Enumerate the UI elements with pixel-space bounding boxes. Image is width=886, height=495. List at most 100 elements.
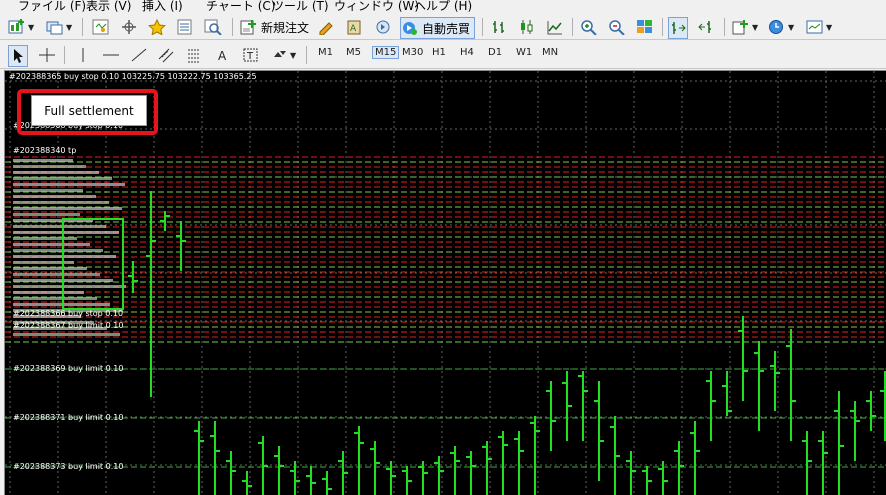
chart-shift-button[interactable] [668, 17, 688, 39]
timeframe-m1[interactable]: M1 [318, 47, 333, 58]
bar-chart-icon [493, 21, 504, 33]
full-settlement-button[interactable]: Full settlement [31, 95, 147, 126]
timeframe-d1[interactable]: D1 [488, 47, 502, 58]
standard-toolbar: ▼ ▼ 新規注文 A 自動売買 ▼ ▼ ▼ [0, 14, 886, 40]
menu-item[interactable]: 表示 (V) [86, 0, 131, 14]
overlapping-label-text [13, 201, 109, 204]
data-window-icon [177, 19, 192, 35]
magnifier-chart-icon [204, 19, 222, 35]
order-label: #202388369 buy limit 0.10 [13, 364, 124, 373]
menu-item[interactable]: ファイル (F) [18, 0, 86, 14]
new-chart-icon [8, 19, 24, 34]
overlapping-label-text [13, 303, 110, 306]
templates-button[interactable]: ▼ [806, 17, 832, 37]
overlapping-label-text [13, 285, 126, 288]
template-icon [806, 20, 823, 34]
svg-text:T: T [246, 51, 254, 62]
autoscroll-button[interactable] [698, 17, 716, 37]
chevron-down-icon: ▼ [752, 22, 759, 32]
overlapping-label-text [13, 159, 73, 162]
timeframe-h4[interactable]: H4 [460, 47, 474, 58]
timeframe-m30[interactable]: M30 [402, 47, 423, 58]
data-window-button[interactable] [176, 17, 194, 37]
overlapping-label-text [13, 273, 100, 276]
text-label-button[interactable]: T [242, 45, 260, 65]
auto-trading-icon [403, 22, 417, 35]
crosshair-move-icon [122, 20, 136, 34]
tile-windows-icon [637, 20, 652, 33]
new-order-label: 新規注文 [261, 20, 310, 35]
profiles-button[interactable]: ▼ [46, 17, 72, 37]
vertical-line-button[interactable] [74, 45, 92, 65]
arrows-icon [274, 51, 286, 57]
candlestick-button[interactable] [518, 17, 536, 37]
new-chart-button[interactable]: ▼ [8, 17, 34, 37]
menu-item[interactable]: ウィンドウ (W) [334, 0, 419, 14]
bar-chart-button[interactable] [490, 17, 508, 37]
channel-button[interactable] [158, 45, 176, 65]
timeframe-h1[interactable]: H1 [432, 47, 446, 58]
chevron-down-icon: ▼ [66, 22, 73, 32]
signals-button[interactable] [374, 17, 392, 37]
menu-item[interactable]: ツール (T) [272, 0, 329, 14]
signal-icon [376, 20, 390, 34]
channel-icon [158, 48, 174, 63]
timeframe-w1[interactable]: W1 [516, 47, 532, 58]
overlapping-label-text [13, 189, 83, 192]
svg-text:A: A [218, 49, 227, 63]
timeframe-m15[interactable]: M15 [372, 46, 400, 59]
timeframe-mn[interactable]: MN [542, 47, 558, 58]
text-icon: A [218, 49, 227, 63]
cursor-button[interactable] [8, 45, 28, 67]
new-order-button[interactable]: 新規注文 [240, 17, 309, 37]
book-icon: A [347, 20, 361, 35]
market-watch-button[interactable] [92, 17, 110, 37]
horizontal-line-button[interactable] [102, 45, 120, 65]
favorites-button[interactable] [148, 17, 166, 37]
overlapping-label-text [13, 195, 96, 198]
overlapping-label-text [13, 213, 80, 216]
add-indicator-icon [732, 20, 748, 35]
cursor-icon [14, 49, 23, 63]
tile-windows-button[interactable] [636, 17, 654, 37]
menu-item[interactable]: チャート (C) [206, 0, 275, 14]
menu-item[interactable]: 挿入 (I) [142, 0, 183, 14]
zoom-in-icon [581, 20, 597, 35]
text-label-icon: T [243, 48, 258, 62]
profiles-icon [46, 21, 63, 35]
indicators-button[interactable]: ▼ [732, 17, 758, 37]
menu-item[interactable]: ヘルプ (H) [414, 0, 472, 14]
periods-button[interactable]: ▼ [768, 17, 794, 37]
menu-bar: ファイル (F) 表示 (V) 挿入 (I) チャート (C) ツール (T) ウィンドウ… [0, 0, 886, 14]
overlapping-label-text [13, 267, 87, 270]
trendline-icon [131, 48, 147, 62]
strategy-button[interactable] [318, 17, 336, 37]
line-chart-icon [547, 21, 562, 35]
order-label: #202388366 buy stop 0.10 [13, 309, 124, 318]
auto-trading-button[interactable]: 自動売買 [400, 17, 476, 39]
zoom-out-button[interactable] [608, 17, 626, 37]
crosshair-button[interactable] [38, 45, 56, 65]
timeframe-m5[interactable]: M5 [346, 47, 361, 58]
overlapping-label-text [13, 171, 99, 174]
svg-text:A: A [350, 24, 357, 34]
metaeditor-button[interactable]: A [346, 17, 364, 37]
navigator-button[interactable] [120, 17, 138, 37]
zoom-in-button[interactable] [580, 17, 598, 37]
arrows-button[interactable]: ▼ [270, 45, 296, 65]
trendline-button[interactable] [130, 45, 148, 65]
auto-trading-label: 自動売買 [422, 21, 471, 36]
overlapping-label-text [13, 297, 97, 300]
text-button[interactable]: A [214, 45, 232, 65]
overlapping-label-text [13, 237, 77, 240]
line-chart-button[interactable] [546, 17, 564, 37]
overlapping-label-text [13, 255, 116, 258]
clock-icon [769, 20, 783, 34]
crosshair-icon [39, 48, 55, 62]
tester-button[interactable] [204, 17, 222, 37]
fibonacci-button[interactable] [186, 45, 204, 65]
order-label: #202388373 buy limit 0.10 [13, 462, 124, 471]
candlestick-icon [521, 20, 533, 34]
zoom-out-icon [609, 20, 625, 35]
overlapping-label-text [13, 177, 112, 180]
